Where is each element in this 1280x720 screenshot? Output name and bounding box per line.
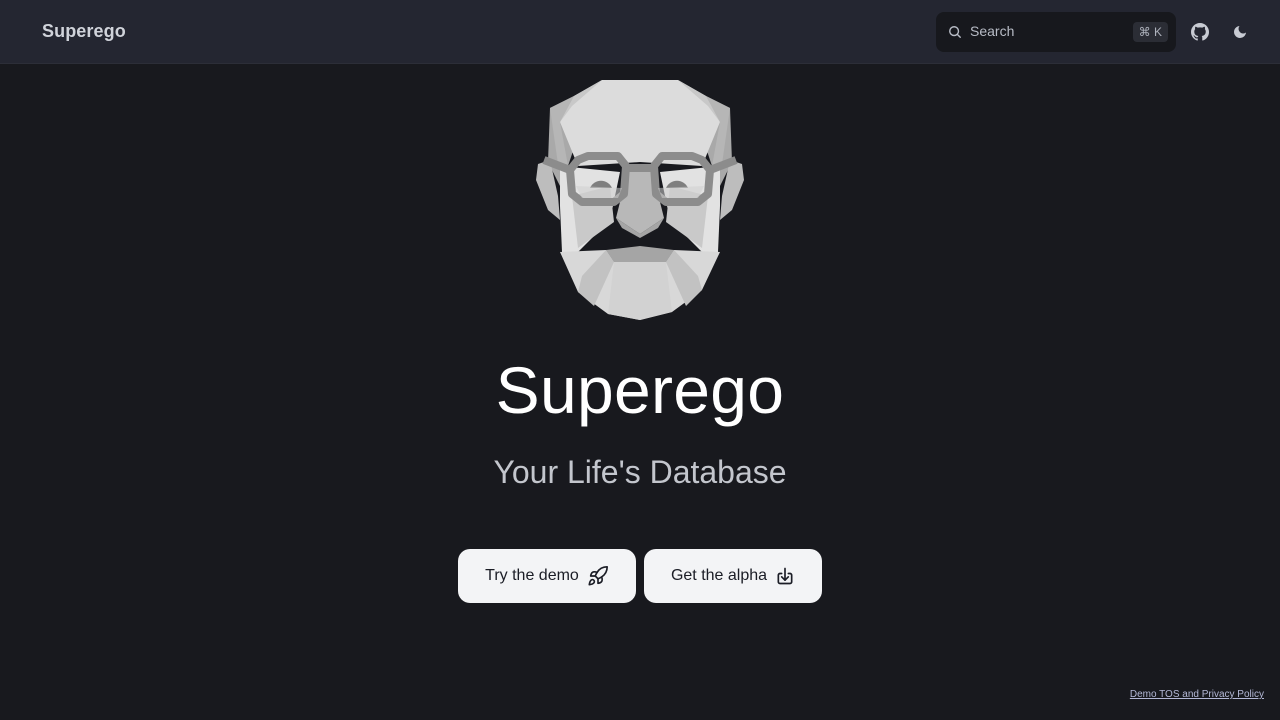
search-icon [949, 26, 961, 38]
hero-subtitle: Your Life's Database [493, 454, 787, 490]
try-demo-label: Try the demo [485, 567, 579, 584]
brand-link[interactable]: Superego [42, 21, 126, 42]
github-button[interactable] [1188, 20, 1212, 44]
try-demo-button[interactable]: Try the demo [458, 549, 636, 603]
get-alpha-button[interactable]: Get the alpha [644, 549, 822, 603]
superego-face-illustration [532, 76, 748, 324]
github-icon [1191, 23, 1209, 41]
rocket-icon [588, 566, 608, 586]
moon-icon [1234, 26, 1246, 38]
search-button[interactable]: Search ⌘ K [936, 12, 1176, 52]
search-shortcut: ⌘ K [1132, 22, 1168, 42]
download-icon [777, 567, 793, 585]
tos-privacy-link[interactable]: Demo TOS and Privacy Policy [1130, 689, 1264, 700]
search-label: Search [970, 23, 1015, 39]
navbar: Superego Search ⌘ K [0, 0, 1280, 64]
theme-toggle-button[interactable] [1228, 20, 1252, 44]
get-alpha-label: Get the alpha [670, 567, 768, 584]
hero-title: Superego [495, 353, 785, 427]
